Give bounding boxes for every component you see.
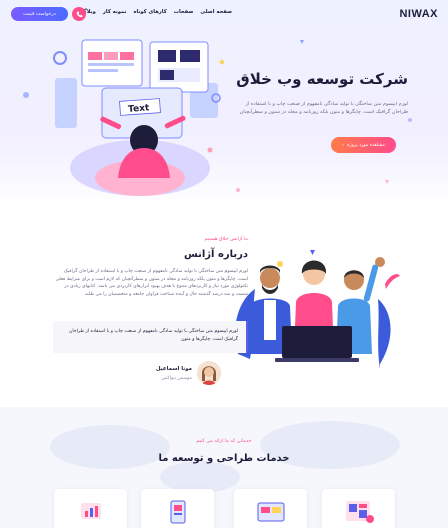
author-role: موسس نیواکس (161, 376, 192, 381)
analytics-icon (81, 503, 101, 519)
nav-item-pages[interactable]: صفحات (174, 9, 194, 15)
avatar-person-icon (197, 361, 221, 385)
request-quote-button[interactable]: درخواست قیمت (11, 7, 68, 21)
nav-item-short-works[interactable]: کارهای کوتاه (133, 9, 166, 15)
dashboard-icon (346, 501, 374, 523)
service-card-3[interactable] (234, 489, 307, 528)
web-design-icon (257, 502, 285, 522)
illustration-text-label: Text (128, 103, 150, 115)
phone-icon (76, 11, 82, 17)
phone-button[interactable] (72, 7, 86, 21)
view-project-label: مشاهده مورد پروژه (346, 142, 385, 148)
team-illustration (235, 250, 400, 369)
about-body-text: لورم ایپسوم متن ساختگی با تولید سادگی نا… (55, 269, 248, 297)
author-name: مونا اسماعیل (155, 366, 192, 372)
service-card-4[interactable] (322, 489, 395, 528)
arrow-left-icon: ‹ (342, 142, 344, 148)
hero-section: NIWAX صفحه اصلی صفحات کارهای کوتاه نمونه… (0, 0, 448, 207)
author-avatar (197, 361, 221, 385)
services-title: خدمات طراحی و توسعه ما (158, 453, 290, 464)
about-title: درباره آژانس (183, 249, 248, 260)
services-tag: خدماتی که ما ارائه می کنیم (196, 439, 252, 444)
top-navigation-bar: NIWAX صفحه اصلی صفحات کارهای کوتاه نمونه… (0, 0, 448, 28)
view-project-button[interactable]: ‹ مشاهده مورد پروژه (331, 137, 396, 153)
site-logo[interactable]: NIWAX (399, 8, 438, 20)
quote-text: لورم ایپسوم متن ساختگی با تولید سادگی نا… (68, 329, 238, 342)
service-card-1[interactable] (54, 489, 127, 528)
quote-box: لورم ایپسوم متن ساختگی با تولید سادگی نا… (53, 321, 248, 353)
mobile-app-icon (170, 500, 186, 524)
hero-illustration: Text (53, 39, 221, 196)
hero-title: شرکت توسعه وب خلاق (236, 70, 408, 88)
main-nav: صفحه اصلی صفحات کارهای کوتاه نمونه کار و… (81, 9, 232, 15)
nav-item-home[interactable]: صفحه اصلی (200, 9, 232, 15)
about-tag: ما آژانس خلاق هستیم (204, 237, 248, 242)
nav-item-portfolio[interactable]: نمونه کار (103, 9, 127, 15)
service-card-2[interactable] (141, 489, 214, 528)
hero-description: لورم ایپسوم متن ساختگی با تولید سادگی نا… (239, 101, 408, 115)
